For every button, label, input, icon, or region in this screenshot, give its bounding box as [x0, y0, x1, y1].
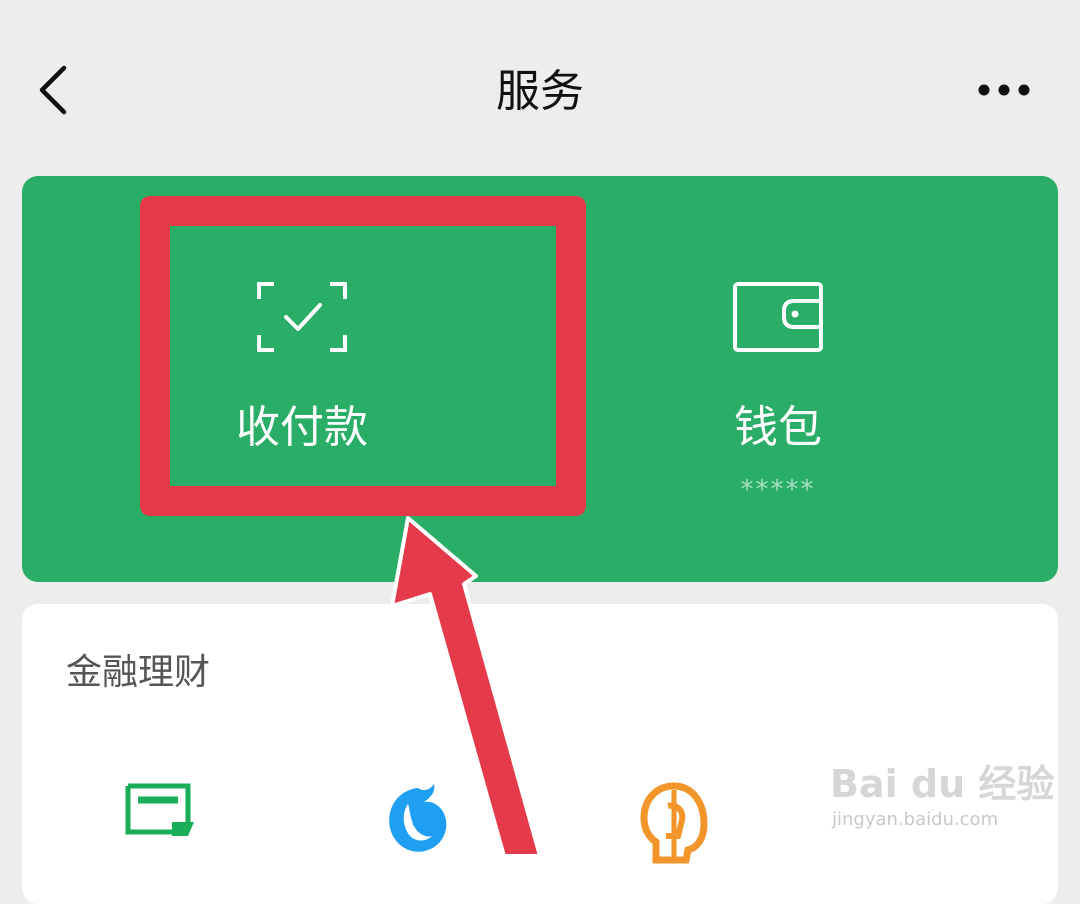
wallet-icon — [733, 282, 823, 352]
more-dots-icon[interactable] — [972, 72, 1036, 108]
watermark-url: jingyan.baidu.com — [832, 809, 999, 830]
wallet-balance: ***** — [740, 475, 816, 505]
finance-item-insurance[interactable] — [610, 770, 730, 864]
insurance-icon — [640, 782, 708, 864]
top-nav-bar: 服务 — [0, 0, 1080, 176]
section-title: 金融理财 — [66, 652, 211, 693]
finance-item-fund[interactable] — [354, 770, 474, 860]
finance-item-card[interactable] — [100, 770, 220, 860]
card-icon — [125, 783, 194, 836]
fund-icon — [389, 784, 447, 852]
page-title: 服务 — [496, 66, 584, 117]
pay-button[interactable] — [140, 196, 586, 516]
wallet-label: 钱包 — [734, 402, 822, 453]
watermark-logo: Bai du 经验 — [830, 762, 1055, 806]
